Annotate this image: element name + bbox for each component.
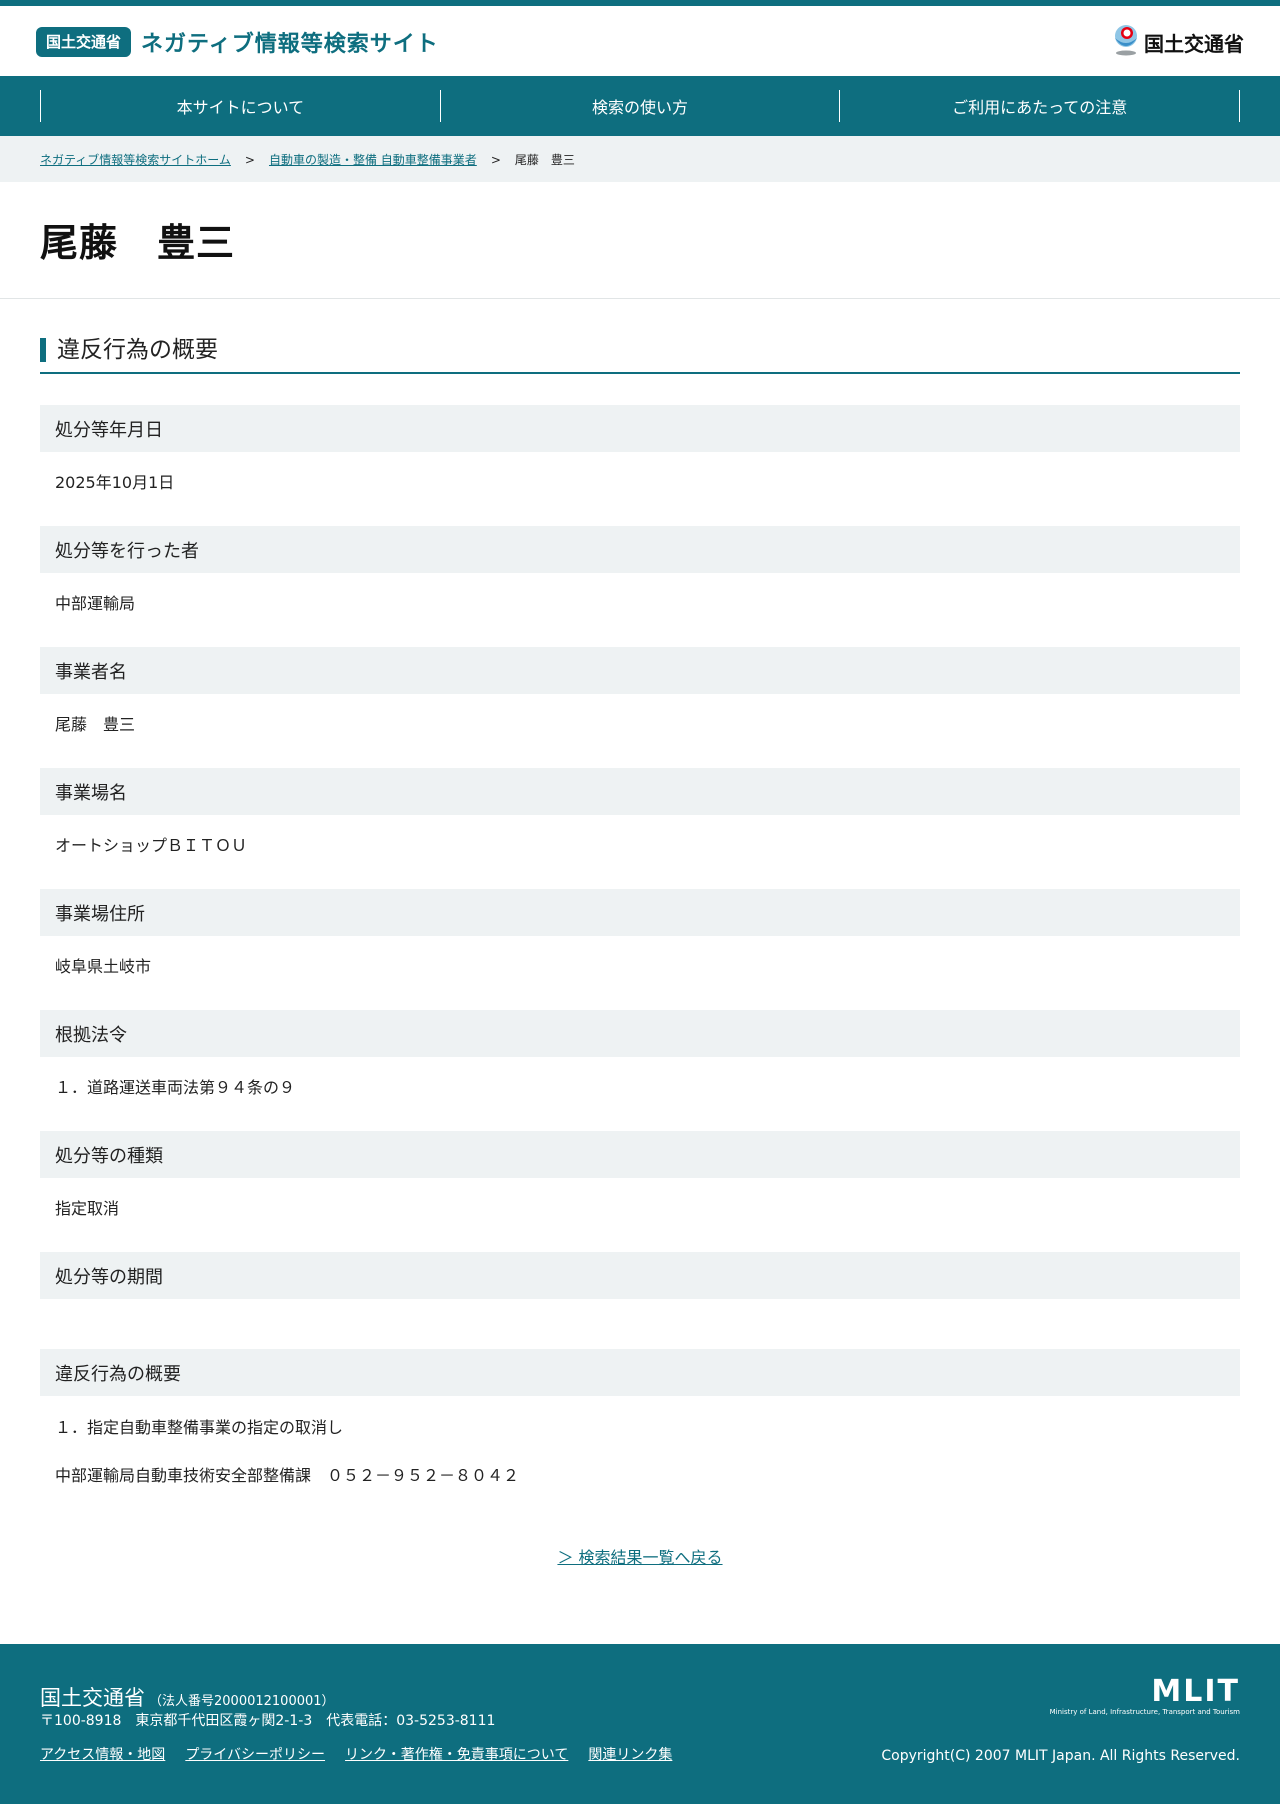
site-footer: 国土交通省 （法人番号2000012100001） 〒100-8918 東京都千代… xyxy=(0,1644,1280,1804)
nav-item-howto[interactable]: 検索の使い方 xyxy=(441,90,841,122)
field-value-contact: 中部運輸局自動車技術安全部整備課 ０５２－９５２－８０４２ xyxy=(55,1466,520,1485)
footer-link-privacy[interactable]: プライバシーポリシー xyxy=(185,1744,325,1764)
back-to-results: ＞ 検索結果一覧へ戻る xyxy=(0,1544,1280,1568)
field-label-site-name: 事業場名 xyxy=(40,768,1240,815)
page-title: 尾藤 豊三 xyxy=(40,221,236,265)
field-value-legal-basis: １．道路運送車両法第９４条の９ xyxy=(55,1078,296,1097)
site-header: 国土交通省 ネガティブ情報等検索サイト 国土交通省 xyxy=(0,6,1280,76)
footer-mlit-logo: MLIT Ministry of Land, Infrastructure, T… xyxy=(1049,1674,1240,1718)
field-label-disposition-type: 処分等の種類 xyxy=(40,1131,1240,1178)
field-value-violation-summary: １．指定自動車整備事業の指定の取消し xyxy=(55,1418,344,1437)
field-value-disposition-type: 指定取消 xyxy=(55,1199,120,1218)
field-value-disposition-date: 2025年10月1日 xyxy=(55,473,175,492)
mlit-emblem-icon xyxy=(1112,24,1140,60)
field-label-disposition-period: 処分等の期間 xyxy=(40,1252,1240,1299)
breadcrumb-bar: ネガティブ情報等検索サイトホーム > 自動車の製造・整備 自動車整備事業者 > … xyxy=(0,136,1280,182)
field-value-site-name: オートショップＢＩＴＯＵ xyxy=(55,836,248,855)
section-title: 違反行為の概要 xyxy=(57,337,218,363)
field-value-authority: 中部運輸局 xyxy=(55,594,136,613)
footer-link-copyright[interactable]: リンク・著作権・免責事項について xyxy=(345,1744,568,1764)
section-heading: 違反行為の概要 xyxy=(40,336,1240,374)
footer-copyright: Copyright(C) 2007 MLIT Japan. All Rights… xyxy=(881,1748,1240,1764)
site-title: ネガティブ情報等検索サイト xyxy=(141,32,439,57)
breadcrumb: ネガティブ情報等検索サイトホーム > 自動車の製造・整備 自動車整備事業者 > … xyxy=(40,151,575,168)
ministry-badge: 国土交通省 xyxy=(36,27,132,57)
nav-item-notice[interactable]: ご利用にあたっての注意 xyxy=(840,90,1241,122)
field-label-disposition-date: 処分等年月日 xyxy=(40,405,1240,452)
footer-logo-main: MLIT xyxy=(1151,1674,1240,1709)
breadcrumb-separator: > xyxy=(244,152,255,167)
breadcrumb-home-link[interactable]: ネガティブ情報等検索サイトホーム xyxy=(40,151,231,168)
back-to-results-link[interactable]: ＞ 検索結果一覧へ戻る xyxy=(557,1548,722,1567)
ministry-logo-text: 国土交通省 xyxy=(1144,31,1244,56)
section-accent-bar xyxy=(40,338,46,362)
field-value-business-name: 尾藤 豊三 xyxy=(55,715,136,734)
field-value-site-address: 岐阜県土岐市 xyxy=(55,957,152,976)
breadcrumb-category-link[interactable]: 自動車の製造・整備 自動車整備事業者 xyxy=(269,151,477,168)
breadcrumb-current: 尾藤 豊三 xyxy=(514,153,575,167)
field-label-violation-summary: 違反行為の概要 xyxy=(40,1349,1240,1396)
footer-org-name: 国土交通省 xyxy=(40,1686,145,1710)
footer-logo-sub: Ministry of Land, Infrastructure, Transp… xyxy=(1049,1708,1240,1716)
title-divider xyxy=(0,298,1280,299)
site-brand[interactable]: 国土交通省 ネガティブ情報等検索サイト xyxy=(36,26,439,58)
field-label-site-address: 事業場住所 xyxy=(40,889,1240,936)
footer-link-related[interactable]: 関連リンク集 xyxy=(588,1744,672,1764)
ministry-logo[interactable]: 国土交通省 xyxy=(1112,24,1244,60)
footer-link-access[interactable]: アクセス情報・地図 xyxy=(40,1744,165,1764)
field-label-legal-basis: 根拠法令 xyxy=(40,1010,1240,1057)
footer-org: 国土交通省 （法人番号2000012100001） xyxy=(40,1682,335,1712)
footer-links: アクセス情報・地図 プライバシーポリシー リンク・著作権・免責事項について 関連… xyxy=(40,1744,692,1764)
field-label-business-name: 事業者名 xyxy=(40,647,1240,694)
breadcrumb-separator: > xyxy=(490,152,501,167)
field-label-authority: 処分等を行った者 xyxy=(40,526,1240,573)
footer-corp-number: （法人番号2000012100001） xyxy=(149,1694,335,1709)
global-nav: 本サイトについて 検索の使い方 ご利用にあたっての注意 xyxy=(0,76,1280,136)
footer-address: 〒100-8918 東京都千代田区霞ヶ関2-1-3 代表電話：03-5253-8… xyxy=(40,1713,496,1729)
nav-item-about[interactable]: 本サイトについて xyxy=(41,90,441,122)
